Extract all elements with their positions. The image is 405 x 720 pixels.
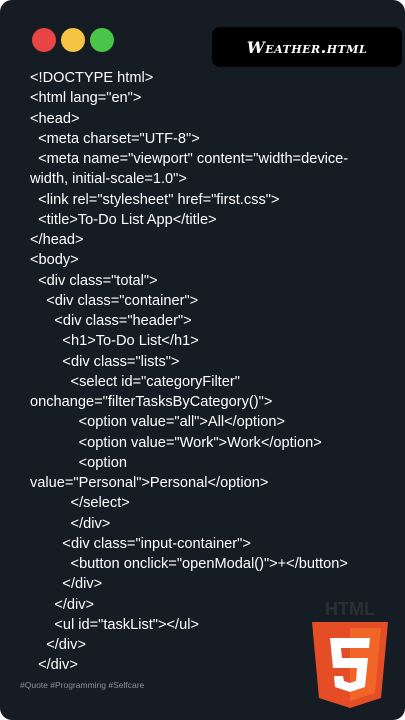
code-line: onchange="filterTasksByCategory()"> <box>30 394 273 410</box>
code-line: <button onclick="openModal()">+</button> <box>30 556 348 572</box>
code-line: <head> <box>30 110 80 127</box>
code-line: <!DOCTYPE html> <box>30 70 154 86</box>
code-line: <option value="all">All</option> <box>30 414 285 431</box>
file-title: Weather.html <box>246 37 368 57</box>
code-block: <!DOCTYPE html> <html lang="en"> <head> <m… <box>30 68 390 676</box>
code-line: <div class="total"> <box>30 272 158 289</box>
code-line: </select> <box>30 495 130 512</box>
code-line: <div class="input-container"> <box>30 535 251 552</box>
code-line: <select id="categoryFilter" <box>30 373 240 390</box>
code-line: <div class="lists"> <box>30 353 180 370</box>
code-line: <h1>To-Do List</h1> <box>30 333 199 350</box>
hashtags: #Quote #Programming #Selfcare <box>20 680 145 690</box>
code-line: <option value="Work">Work</option> <box>30 434 322 451</box>
file-title-tab: Weather.html <box>212 27 402 67</box>
code-line: <html lang="en"> <box>30 90 142 107</box>
close-dot[interactable] <box>32 28 56 52</box>
code-line: <div class="header"> <box>30 313 192 329</box>
code-line: <body> <box>30 252 79 269</box>
code-line: </div> <box>30 515 111 532</box>
code-line: width, initial-scale=1.0"> <box>30 171 187 188</box>
window-controls <box>32 28 114 52</box>
maximize-dot[interactable] <box>90 28 114 52</box>
code-line: <title>To-Do List App</title> <box>30 211 217 228</box>
code-line: <meta name="viewport" content="width=dev… <box>30 151 349 167</box>
code-line: value="Personal">Personal</option> <box>30 475 269 491</box>
code-line: <option <box>30 454 127 471</box>
html5-logo-label: HTML <box>325 599 375 619</box>
code-line: <div class="container"> <box>30 292 199 309</box>
minimize-dot[interactable] <box>61 28 85 52</box>
html5-logo-icon: HTML <box>312 599 388 708</box>
html5-five-glyph <box>330 638 370 692</box>
code-line: <meta charset="UTF-8"> <box>30 130 200 147</box>
code-card: Weather.html <!DOCTYPE html> <html lang="… <box>0 0 405 720</box>
code-line: </div> <box>30 576 103 593</box>
code-line: </head> <box>30 232 84 248</box>
code-line: <link rel="stylesheet" href="first.css"> <box>30 191 280 208</box>
